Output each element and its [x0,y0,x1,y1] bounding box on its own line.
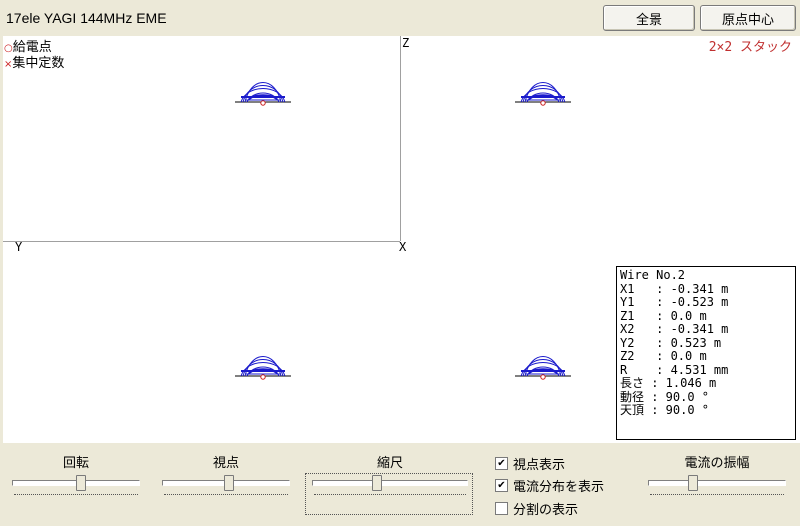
origin-center-button[interactable]: 原点中心 [700,5,796,31]
title-bar: 17ele YAGI 144MHz EME 全景 原点中心 [0,0,800,36]
wire-info-row: Z1 : 0.0 m [620,308,707,323]
rotation-ticks [14,494,138,501]
scale-slider-thumb[interactable] [372,475,382,491]
pattern-view-top-left [234,81,292,107]
wire-info-row: 天頂 : 90.0 ° [620,403,710,417]
wire-info-row: Y1 : -0.523 m [620,295,729,309]
current-amplitude-ticks [650,494,784,501]
show-current-label: 電流分布を表示 [513,480,605,495]
wire-info-title: Wire No.2 [620,268,686,282]
wire-info-row: X1 : -0.341 m [620,281,729,296]
checkmark-icon: ✔ [495,457,508,470]
wire-info-panel: Wire No.2 X1 : -0.341 m Y1 : -0.523 m Z1… [616,266,796,440]
wire-info-row: 長さ : 1.046 m [620,376,717,390]
scale-ticks [314,494,466,501]
current-amplitude-label: 電流の振幅 [684,456,750,471]
rotation-slider-thumb[interactable] [76,475,86,491]
scale-label: 縮尺 [376,456,403,471]
overview-button[interactable]: 全景 [603,5,695,31]
rotation-label: 回転 [62,456,89,471]
show-segments-checkbox[interactable]: 分割の表示 [495,499,578,518]
show-viewpoint-label: 視点表示 [513,458,566,473]
pattern-view-top-right [514,81,572,107]
current-amplitude-control: 電流の振幅 [646,446,788,526]
wire-info-row: R : 4.531 mm [620,362,729,377]
current-amplitude-slider-track[interactable] [648,480,786,486]
wire-info-row: 動径 : 90.0 ° [620,389,710,404]
viewpoint-label: 視点 [212,456,239,471]
wire-info-row: Z2 : 0.0 m [620,349,707,363]
scale-control: 縮尺 [310,446,470,526]
wire-info-row: Y2 : 0.523 m [620,335,722,350]
scale-slider-track[interactable] [312,480,468,486]
window-title: 17ele YAGI 144MHz EME [6,10,167,26]
show-viewpoint-checkbox[interactable]: ✔ 視点表示 [495,454,565,473]
viewpoint-slider-thumb[interactable] [224,475,234,491]
checkbox-empty-icon [495,502,508,515]
checkmark-icon: ✔ [495,479,508,492]
wire-info-row: X2 : -0.341 m [620,322,729,336]
rotation-control: 回転 [10,446,142,526]
pattern-view-bottom-right [514,355,572,381]
pattern-view-bottom-left [234,355,292,381]
show-segments-label: 分割の表示 [513,503,579,518]
current-amplitude-slider-thumb[interactable] [688,475,698,491]
viewpoint-ticks [164,494,288,501]
show-current-checkbox[interactable]: ✔ 電流分布を表示 [495,476,604,495]
viewpoint-control: 視点 [160,446,292,526]
